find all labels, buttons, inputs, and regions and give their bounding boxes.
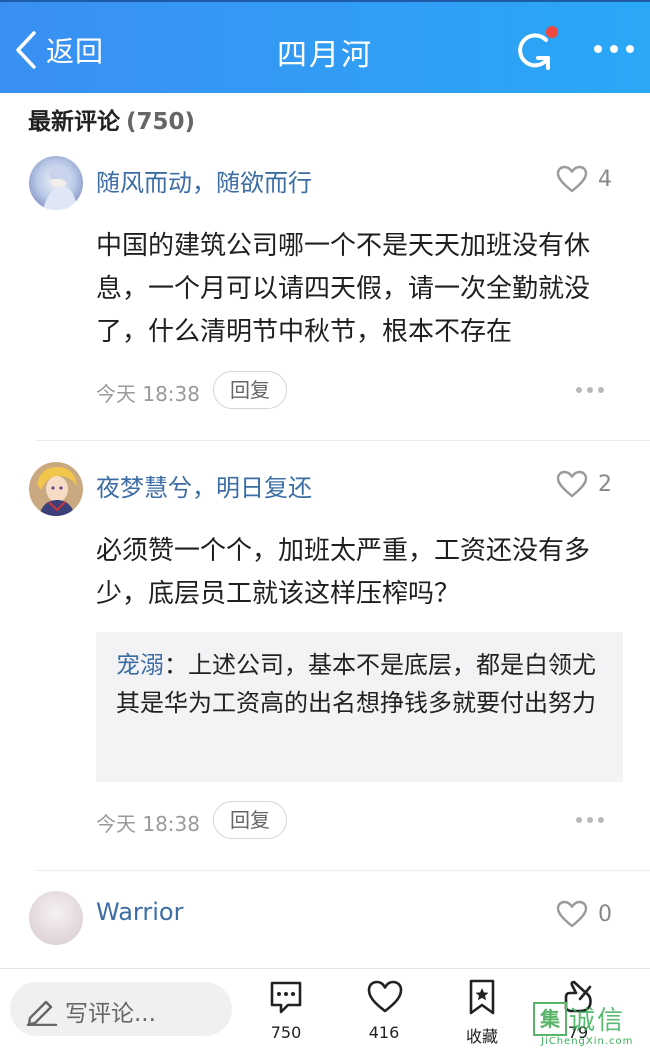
- watermark-logo-box: 集: [533, 1002, 567, 1036]
- comment-body: 中国的建筑公司哪一个不是天天加班没有休息，一个月可以请四天假，请一次全勤就没了，…: [96, 231, 591, 347]
- heart-icon: [367, 980, 403, 1013]
- avatar[interactable]: [29, 462, 83, 516]
- comment-time: 今天 18:38: [96, 382, 200, 406]
- section-title: 最新评论 (750): [28, 102, 195, 136]
- comment-count-label: 750: [270, 1023, 302, 1042]
- like-count-label: 416: [368, 1023, 400, 1042]
- write-comment-placeholder: 写评论...: [65, 1001, 156, 1027]
- user-avatar-icon: [29, 891, 83, 945]
- comments-button[interactable]: 750: [250, 977, 322, 1047]
- like-article-button[interactable]: 416: [348, 977, 420, 1047]
- like-button[interactable]: 4: [556, 162, 612, 196]
- favorite-label: 收藏: [465, 1027, 498, 1046]
- heart-icon: [556, 165, 588, 193]
- divider: [36, 870, 650, 871]
- dot: [598, 817, 604, 823]
- top-nav-bar: 返回 四月河: [0, 0, 650, 93]
- like-button[interactable]: 0: [556, 897, 612, 931]
- comment-time: 今天 18:38: [96, 812, 200, 836]
- user-avatar-icon: [29, 156, 83, 210]
- divider: [36, 440, 650, 441]
- dot: [576, 817, 582, 823]
- comment-bubble-icon: [270, 981, 302, 1014]
- quoted-reply-text: 上述公司，基本不是底层，都是白领尤其是华为工资高的出名想挣钱多就要付出努力: [116, 651, 596, 717]
- refresh-button[interactable]: [508, 24, 562, 74]
- like-count: 2: [598, 471, 612, 497]
- pencil-icon: [26, 1000, 58, 1026]
- refresh-icon: [518, 26, 558, 70]
- favorite-button[interactable]: 收藏: [446, 977, 518, 1047]
- user-avatar-icon: [29, 462, 83, 516]
- section-title-label: 最新评论: [28, 109, 120, 135]
- comment-more-button[interactable]: [574, 384, 606, 396]
- dot: [576, 387, 582, 393]
- quoted-reply-user[interactable]: 宠溺: [116, 651, 164, 679]
- comment-username[interactable]: 夜梦慧兮，明日复还: [96, 468, 312, 503]
- watermark-url: JiChengXin.com: [541, 1036, 634, 1047]
- dot: [598, 387, 604, 393]
- bookmark-star-icon: [469, 979, 495, 1015]
- comment-body: 必须赞一个个，加班太严重，工资还没有多少，底层员工就该这样压榨吗？: [96, 536, 591, 609]
- dot: [587, 817, 593, 823]
- heart-icon: [556, 470, 588, 498]
- reply-button[interactable]: 回复: [213, 371, 287, 409]
- quoted-reply-separator: ：: [164, 651, 188, 679]
- dot: [587, 387, 593, 393]
- more-options-button[interactable]: [592, 36, 636, 62]
- reply-button[interactable]: 回复: [213, 801, 287, 839]
- write-comment-input[interactable]: 写评论...: [10, 982, 232, 1036]
- quoted-reply: 宠溺：上述公司，基本不是底层，都是白领尤其是华为工资高的出名想挣钱多就要付出努力: [96, 632, 623, 782]
- watermark: 集 诚信 JiChengXin.com: [533, 1000, 648, 1048]
- comment-username[interactable]: 随风而动，随欲而行: [96, 163, 312, 198]
- more-dots-icon: [594, 45, 634, 53]
- avatar[interactable]: [29, 891, 83, 945]
- like-button[interactable]: 2: [556, 467, 612, 501]
- comment-more-button[interactable]: [574, 814, 606, 826]
- like-count: 4: [598, 166, 612, 192]
- comment-total-count: (750): [126, 109, 196, 135]
- watermark-text: 诚信: [569, 1006, 626, 1036]
- avatar[interactable]: [29, 156, 83, 210]
- heart-icon: [556, 900, 588, 928]
- like-count: 0: [598, 901, 612, 927]
- comment-username[interactable]: Warrior: [96, 898, 183, 926]
